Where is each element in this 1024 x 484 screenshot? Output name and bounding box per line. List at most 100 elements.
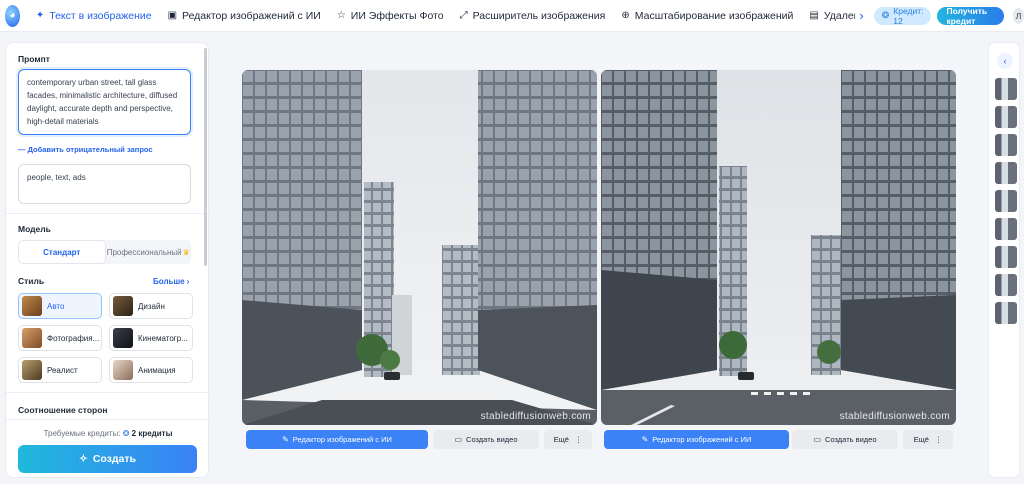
negative-link-label: Добавить отрицательный запрос: [27, 145, 153, 154]
add-negative-prompt-link[interactable]: — Добавить отрицательный запрос: [18, 145, 153, 154]
style-card-realist[interactable]: Реалист: [18, 357, 102, 383]
history-thumbnail[interactable]: [995, 218, 1017, 240]
video-icon: ▭: [454, 435, 463, 444]
model-standard-option[interactable]: Стандарт: [18, 240, 106, 264]
tab-label: ИИ Эффекты Фото: [350, 9, 444, 22]
generation-panel: Промпт contemporary urban street, tall g…: [5, 42, 210, 478]
star-icon: ☆: [336, 10, 346, 21]
tab-label: Удаление фона: [823, 9, 856, 22]
required-credits-value: 2 кредиты: [131, 429, 173, 438]
more-label: Ещё: [553, 435, 569, 444]
watermark: stablediffusionweb.com: [480, 411, 591, 422]
tab-text-to-image[interactable]: ✦ Текст в изображение: [28, 0, 160, 32]
tab-ai-photo-effects[interactable]: ☆ ИИ Эффекты Фото: [329, 0, 452, 32]
tab-label: Масштабирование изображений: [634, 9, 794, 22]
chevron-left-icon[interactable]: ‹: [997, 53, 1013, 69]
style-card-photography[interactable]: Фотография...: [18, 325, 102, 351]
eraser-icon: ▤: [809, 10, 819, 21]
avatar[interactable]: Л: [1013, 7, 1024, 24]
create-video-label: Создать видео: [825, 435, 877, 444]
coin-icon: ❂: [122, 429, 130, 438]
history-rail: ‹: [988, 42, 1020, 478]
style-label: Стиль: [18, 276, 45, 286]
tab-background-remove[interactable]: ▤ Удаление фона: [801, 0, 855, 32]
model-professional-option[interactable]: Профессиональный ♛: [106, 240, 192, 264]
style-card-auto[interactable]: Авто: [18, 293, 102, 319]
create-video-button-2[interactable]: ▭ Создать видео: [792, 430, 898, 449]
history-thumbnail[interactable]: [995, 106, 1017, 128]
chevron-right-icon[interactable]: ›: [859, 8, 863, 23]
ai-editor-button-2[interactable]: ✎ Редактор изображений с ИИ: [604, 430, 789, 449]
negative-prompt-input[interactable]: people, text, ads: [18, 164, 191, 204]
history-thumbnail[interactable]: [995, 246, 1017, 268]
chevron-right-icon: ›: [186, 277, 190, 286]
model-label: Модель: [18, 224, 51, 234]
style-card-animation[interactable]: Анимация: [109, 357, 193, 383]
create-label: Создать: [92, 453, 136, 465]
street-scene: [242, 70, 597, 425]
crown-icon: ♛: [182, 247, 190, 257]
history-thumbnail[interactable]: [995, 78, 1017, 100]
history-thumbnail[interactable]: [995, 162, 1017, 184]
expand-icon: ⤢: [459, 10, 468, 21]
history-thumbnail[interactable]: [995, 190, 1017, 212]
panel-scrollbar[interactable]: [204, 48, 207, 266]
tab-label: Редактор изображений с ИИ: [182, 9, 321, 22]
pencil-icon: ✎: [641, 435, 649, 444]
credit-label: Кредит: 12: [893, 5, 924, 26]
more-label: Ещё: [913, 435, 929, 444]
zoom-icon: ⊕: [621, 10, 630, 21]
create-video-button-1[interactable]: ▭ Создать видео: [433, 430, 539, 449]
model-option-label: Профессиональный: [106, 247, 182, 257]
required-credits: Требуемые кредиты: ❂ 2 кредиты: [6, 429, 210, 438]
ai-editor-label: Редактор изображений с ИИ: [652, 435, 752, 444]
style-thumbnail: [113, 296, 133, 316]
more-button-2[interactable]: Ещё ⋮: [903, 430, 953, 449]
kebab-icon: ⋮: [934, 435, 943, 444]
history-thumbnail[interactable]: [995, 134, 1017, 156]
more-button-1[interactable]: Ещё ⋮: [544, 430, 592, 449]
divider: [6, 392, 210, 393]
generated-image-2[interactable]: stablediffusionweb.com: [601, 70, 956, 425]
sparkle-icon: ✧: [79, 453, 88, 465]
tab-image-expander[interactable]: ⤢ Расширитель изображения: [452, 0, 614, 32]
style-card-label: Кинематогр...: [138, 333, 188, 343]
create-button[interactable]: ✧ Создать: [18, 445, 197, 473]
tab-label: Расширитель изображения: [472, 9, 606, 22]
tab-ai-image-editor[interactable]: ▣ Редактор изображений с ИИ: [160, 0, 329, 32]
generated-image-1[interactable]: stablediffusionweb.com: [242, 70, 597, 425]
coin-icon: ❂: [881, 10, 890, 20]
ai-editor-button-1[interactable]: ✎ Редактор изображений с ИИ: [246, 430, 428, 449]
style-thumbnail: [113, 328, 133, 348]
prompt-input[interactable]: contemporary urban street, tall glass fa…: [18, 69, 191, 135]
style-thumbnail: [22, 328, 42, 348]
street-scene: [601, 70, 956, 425]
style-thumbnail: [113, 360, 133, 380]
history-thumbnail[interactable]: [995, 302, 1017, 324]
image-edit-icon: ▣: [167, 10, 178, 21]
history-thumbnail[interactable]: [995, 274, 1017, 296]
required-credits-label: Требуемые кредиты:: [43, 429, 121, 438]
style-card-design[interactable]: Дизайн: [109, 293, 193, 319]
style-card-label: Фотография...: [47, 333, 100, 343]
get-credit-button[interactable]: Получить кредит: [937, 6, 1005, 26]
style-card-label: Реалист: [47, 365, 78, 375]
style-card-label: Анимация: [138, 365, 176, 375]
create-video-label: Создать видео: [466, 435, 518, 444]
style-thumbnail: [22, 360, 42, 380]
aspect-ratio-label: Соотношение сторон: [18, 405, 108, 415]
kebab-icon: ⋮: [574, 435, 583, 444]
divider: [6, 213, 210, 214]
pencil-icon: ✎: [282, 435, 289, 444]
style-more-link[interactable]: Больше ›: [153, 277, 189, 286]
tab-image-upscale[interactable]: ⊕ Масштабирование изображений: [613, 0, 801, 32]
sparkle-icon: ✦: [35, 10, 45, 21]
ai-editor-label: Редактор изображений с ИИ: [292, 435, 392, 444]
style-card-cinematic[interactable]: Кинематогр...: [109, 325, 193, 351]
style-card-label: Авто: [47, 301, 65, 311]
credit-badge[interactable]: ❂ Кредит: 12: [873, 5, 932, 26]
app-logo[interactable]: ◕: [5, 4, 20, 27]
model-switch: Стандарт Профессиональный ♛: [18, 240, 191, 264]
top-nav: ◕ ✦ Текст в изображение ▣ Редактор изображ…: [0, 0, 1024, 32]
video-icon: ▭: [813, 435, 822, 444]
